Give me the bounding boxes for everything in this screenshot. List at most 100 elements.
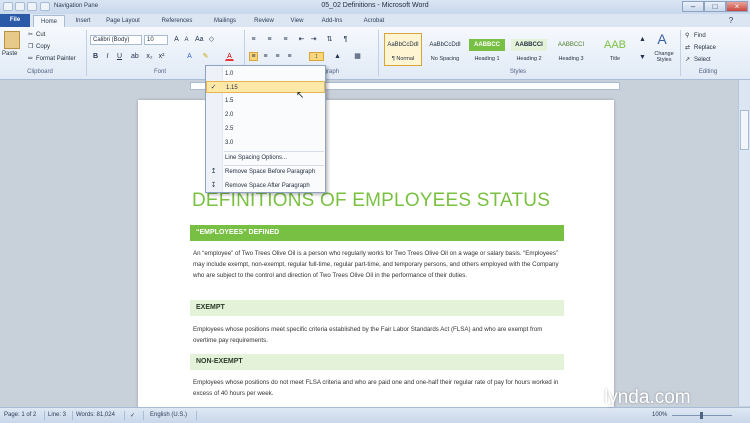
- styles-scroll-up-icon[interactable]: ▲: [638, 35, 647, 44]
- language-indicator[interactable]: English (U.S.): [150, 412, 187, 418]
- line-spacing-option-1-15[interactable]: 1.15: [206, 81, 325, 93]
- lynda-logo: lynda.com: [604, 387, 691, 408]
- style-normal[interactable]: AaBbCcDdI ¶ Normal: [384, 33, 422, 66]
- line-spacing-options-item[interactable]: Line Spacing Options...: [206, 152, 325, 164]
- show-formatting-icon[interactable]: ¶: [341, 35, 350, 44]
- replace-icon[interactable]: ⇄: [685, 44, 690, 51]
- title-bar: Navigation Pane 05_02 Definitions - Micr…: [0, 0, 750, 14]
- font-name-combo[interactable]: Calibri (Body): [90, 35, 142, 45]
- maximize-button[interactable]: □: [704, 1, 726, 12]
- font-size-combo[interactable]: 10: [144, 35, 168, 45]
- grow-font-icon[interactable]: A: [172, 35, 181, 44]
- numbering-icon[interactable]: ≡: [265, 35, 274, 44]
- tab-file[interactable]: File: [0, 14, 30, 27]
- remove-space-after-item[interactable]: Remove Space After Paragraph: [206, 180, 325, 192]
- align-left-button[interactable]: ≡: [249, 52, 258, 61]
- line-spacing-option-2-5[interactable]: 2.5: [206, 123, 325, 135]
- tab-mailings[interactable]: Mailings: [206, 15, 244, 27]
- line-spacing-option-3-0[interactable]: 3.0: [206, 137, 325, 149]
- line-spacing-button[interactable]: ↕: [309, 52, 324, 61]
- align-right-button[interactable]: ≡: [273, 52, 282, 61]
- italic-button[interactable]: I: [103, 52, 112, 61]
- sort-icon[interactable]: ⇅: [325, 35, 334, 44]
- paste-icon[interactable]: [4, 31, 20, 49]
- justify-button[interactable]: ≡: [285, 52, 294, 61]
- tab-home[interactable]: Home: [33, 15, 65, 27]
- find-button[interactable]: Find: [694, 33, 706, 39]
- zoom-level[interactable]: 100%: [652, 412, 667, 418]
- tab-acrobat[interactable]: Acrobat: [357, 15, 391, 27]
- shrink-font-icon[interactable]: A: [182, 35, 191, 44]
- shading-icon[interactable]: ▲: [333, 52, 342, 61]
- tab-insert[interactable]: Insert: [70, 15, 96, 27]
- subscript-button[interactable]: x₂: [145, 52, 154, 61]
- ribbon-tabs: File Home Insert Page Layout References …: [0, 14, 750, 27]
- style-heading-1[interactable]: AABBCC Heading 1: [468, 33, 506, 66]
- multilevel-list-icon[interactable]: ≡: [281, 35, 290, 44]
- change-styles-button[interactable]: Change Styles: [650, 51, 678, 63]
- tab-view[interactable]: View: [284, 15, 310, 27]
- clipboard-group-label: Clipboard: [27, 69, 53, 75]
- strikethrough-button[interactable]: ab: [130, 52, 139, 61]
- document-title: DEFINITIONS OF EMPLOYEES STATUS: [192, 190, 551, 211]
- minimize-button[interactable]: –: [682, 1, 704, 12]
- clear-formatting-icon[interactable]: ◇: [207, 35, 216, 44]
- replace-button[interactable]: Replace: [694, 45, 716, 51]
- select-button[interactable]: Select: [694, 57, 711, 63]
- superscript-button[interactable]: x²: [157, 52, 166, 61]
- increase-indent-icon[interactable]: ⇥: [309, 35, 318, 44]
- zoom-slider-thumb[interactable]: [700, 412, 703, 419]
- tab-review[interactable]: Review: [249, 15, 279, 27]
- decrease-indent-icon[interactable]: ⇤: [297, 35, 306, 44]
- bullets-icon[interactable]: ≡: [249, 35, 258, 44]
- style-title[interactable]: AAB Title: [596, 33, 634, 66]
- line-spacing-option-2-0[interactable]: 2.0: [206, 109, 325, 121]
- mouse-cursor-icon: ↖: [296, 90, 305, 101]
- proofing-icon[interactable]: ✓: [130, 412, 135, 419]
- change-styles-icon[interactable]: A: [651, 31, 673, 49]
- tab-page-layout[interactable]: Page Layout: [101, 15, 145, 27]
- highlight-icon[interactable]: ✎: [201, 52, 210, 61]
- remove-space-before-item[interactable]: Remove Space Before Paragraph: [206, 166, 325, 178]
- ribbon: Paste ✂ Cut ❐ Copy ✏ Format Painter Clip…: [0, 27, 750, 80]
- line-spacing-option-1-0[interactable]: 1.0: [206, 68, 325, 80]
- checkmark-icon: ✓: [210, 84, 217, 91]
- section-heading-non-exempt: NON-EXEMPT: [190, 354, 564, 370]
- styles-more-icon[interactable]: ▼: [638, 53, 647, 62]
- section-heading-employees: “EMPLOYEES” DEFINED: [190, 225, 564, 241]
- copy-icon[interactable]: ❐: [28, 43, 33, 50]
- section-text-non-exempt: Employees whose positions do not meet FL…: [193, 379, 559, 398]
- select-icon[interactable]: ↗: [685, 56, 690, 63]
- find-icon[interactable]: ⚲: [685, 32, 689, 39]
- borders-icon[interactable]: ▦: [353, 52, 362, 61]
- editing-group-label: Editing: [698, 69, 718, 75]
- style-heading-2[interactable]: AABBCCI Heading 2: [510, 33, 548, 66]
- change-case-icon[interactable]: Aa: [194, 35, 204, 44]
- bold-button[interactable]: B: [91, 52, 100, 61]
- window-title: 05_02 Definitions - Microsoft Word: [321, 2, 429, 9]
- page-count[interactable]: Page: 1 of 2: [4, 412, 36, 418]
- style-no-spacing[interactable]: AaBbCcDdI No Spacing: [426, 33, 464, 66]
- tab-references[interactable]: References: [154, 15, 200, 27]
- word-count[interactable]: Words: 81,024: [76, 412, 115, 418]
- font-color-icon[interactable]: A: [225, 52, 234, 61]
- status-bar: Page: 1 of 2 Line: 3 Words: 81,024 ✓ Eng…: [0, 407, 750, 423]
- tab-add-ins[interactable]: Add-Ins: [315, 15, 349, 27]
- help-icon[interactable]: ?: [726, 15, 736, 27]
- cut-button[interactable]: Cut: [36, 32, 45, 38]
- text-effects-icon[interactable]: A: [185, 52, 194, 61]
- styles-group-label: Styles: [509, 69, 527, 75]
- vertical-scrollbar[interactable]: [738, 80, 750, 406]
- line-spacing-option-1-5[interactable]: 1.5: [206, 95, 325, 107]
- scrollbar-thumb[interactable]: [740, 110, 749, 150]
- close-button[interactable]: ×: [726, 1, 748, 12]
- paste-button[interactable]: Paste: [2, 51, 17, 57]
- line-number[interactable]: Line: 3: [48, 412, 66, 418]
- underline-button[interactable]: U: [115, 52, 124, 61]
- cut-icon[interactable]: ✂: [28, 31, 33, 38]
- format-painter-icon[interactable]: ✏: [28, 55, 33, 62]
- style-heading-3[interactable]: AABBCCI Heading 3: [552, 33, 590, 66]
- format-painter-button[interactable]: Format Painter: [36, 56, 76, 62]
- copy-button[interactable]: Copy: [36, 44, 50, 50]
- align-center-button[interactable]: ≡: [261, 52, 270, 61]
